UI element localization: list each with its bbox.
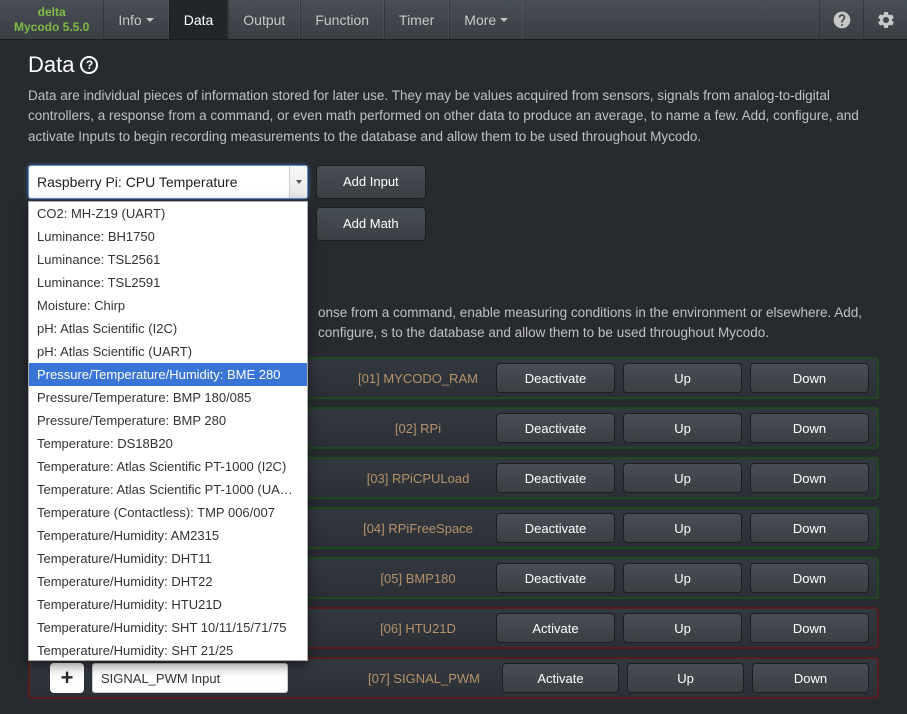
add-input-button[interactable]: Add Input	[316, 165, 426, 199]
nav-output[interactable]: Output	[228, 0, 300, 39]
row-id-label: [05] BMP180	[348, 571, 488, 586]
dropdown-option[interactable]: Luminance: TSL2561	[29, 248, 307, 271]
up-button[interactable]: Up	[623, 513, 742, 543]
input-type-select[interactable]: Raspberry Pi: CPU Temperature	[28, 165, 308, 199]
page-title: Data ?	[28, 52, 879, 78]
nav-info[interactable]: Info	[103, 0, 168, 39]
down-button[interactable]: Down	[750, 363, 869, 393]
dropdown-option[interactable]: Pressure/Temperature: BMP 280	[29, 409, 307, 432]
dropdown-option[interactable]: Temperature/Humidity: SHT 10/11/15/71/75	[29, 616, 307, 639]
brand-name: delta	[14, 5, 89, 19]
dropdown-option[interactable]: Luminance: TSL2591	[29, 271, 307, 294]
add-math-button[interactable]: Add Math	[316, 207, 426, 241]
row-id-label: [04] RPiFreeSpace	[348, 521, 488, 536]
dropdown-option[interactable]: Temperature: Atlas Scientific PT-1000 (U…	[29, 478, 307, 501]
up-button[interactable]: Up	[623, 413, 742, 443]
up-button[interactable]: Up	[623, 463, 742, 493]
page-intro: Data are individual pieces of informatio…	[28, 86, 879, 147]
deactivate-button[interactable]: Deactivate	[496, 563, 615, 593]
page-title-text: Data	[28, 52, 74, 78]
dropdown-option[interactable]: Temperature/Humidity: DHT11	[29, 547, 307, 570]
dropdown-option[interactable]: pH: Atlas Scientific (UART)	[29, 340, 307, 363]
up-button[interactable]: Up	[627, 663, 744, 693]
dropdown-option[interactable]: Luminance: BH1750	[29, 225, 307, 248]
select-value: Raspberry Pi: CPU Temperature	[37, 174, 237, 190]
help-icon[interactable]	[819, 0, 863, 39]
deactivate-button[interactable]: Deactivate	[496, 363, 615, 393]
up-button[interactable]: Up	[623, 563, 742, 593]
dropdown-option[interactable]: Temperature/Humidity: HTU21D	[29, 593, 307, 616]
chevron-down-icon	[146, 18, 154, 22]
deactivate-button[interactable]: Deactivate	[496, 513, 615, 543]
nav-timer[interactable]: Timer	[384, 0, 449, 39]
down-button[interactable]: Down	[750, 563, 869, 593]
activate-button[interactable]: Activate	[502, 663, 619, 693]
row-id-label: [06] HTU21D	[348, 621, 488, 636]
gear-icon[interactable]	[863, 0, 907, 39]
page-help-icon[interactable]: ?	[80, 56, 98, 74]
up-button[interactable]: Up	[623, 613, 742, 643]
nav-more[interactable]: More	[449, 0, 523, 39]
dropdown-option[interactable]: Temperature: Atlas Scientific PT-1000 (I…	[29, 455, 307, 478]
dropdown-option[interactable]: Pressure/Temperature: BMP 180/085	[29, 386, 307, 409]
dropdown-option[interactable]: pH: Atlas Scientific (I2C)	[29, 317, 307, 340]
down-button[interactable]: Down	[750, 463, 869, 493]
navbar: delta Mycodo 5.5.0 InfoDataOutputFunctio…	[0, 0, 907, 40]
row-name-input[interactable]	[92, 663, 288, 693]
dropdown-option[interactable]: Temperature/Humidity: DHT22	[29, 570, 307, 593]
expand-icon[interactable]: +	[50, 663, 84, 693]
down-button[interactable]: Down	[750, 513, 869, 543]
down-button[interactable]: Down	[750, 413, 869, 443]
deactivate-button[interactable]: Deactivate	[496, 413, 615, 443]
chevron-down-icon	[500, 18, 508, 22]
nav-function[interactable]: Function	[300, 0, 384, 39]
down-button[interactable]: Down	[752, 663, 869, 693]
dropdown-option[interactable]: Moisture: Chirp	[29, 294, 307, 317]
dropdown-option[interactable]: Temperature (Contactless): TMP 006/007	[29, 501, 307, 524]
brand-version: Mycodo 5.5.0	[14, 20, 89, 34]
input-type-dropdown: CO2: MH-Z19 (UART)Luminance: BH1750Lumin…	[28, 201, 308, 661]
down-button[interactable]: Down	[750, 613, 869, 643]
dropdown-option[interactable]: Temperature/Humidity: SHT 21/25	[29, 639, 307, 661]
deactivate-button[interactable]: Deactivate	[496, 463, 615, 493]
chevron-down-icon[interactable]	[289, 166, 307, 198]
dropdown-option[interactable]: Temperature: DS18B20	[29, 432, 307, 455]
row-id-label: [01] MYCODO_RAM	[348, 371, 488, 386]
nav-data[interactable]: Data	[169, 0, 229, 39]
row-id-label: [03] RPiCPULoad	[348, 471, 488, 486]
dropdown-option[interactable]: CO2: MH-Z19 (UART)	[29, 202, 307, 225]
dropdown-option[interactable]: Temperature/Humidity: AM2315	[29, 524, 307, 547]
row-id-label: [02] RPi	[348, 421, 488, 436]
up-button[interactable]: Up	[623, 363, 742, 393]
dropdown-option[interactable]: Pressure/Temperature/Humidity: BME 280	[29, 363, 307, 386]
row-id-label: [07] SIGNAL_PWM	[354, 671, 494, 686]
brand: delta Mycodo 5.5.0	[0, 0, 103, 39]
activate-button[interactable]: Activate	[496, 613, 615, 643]
input-row: + [07] SIGNAL_PWM Activate Up Down	[28, 657, 879, 699]
